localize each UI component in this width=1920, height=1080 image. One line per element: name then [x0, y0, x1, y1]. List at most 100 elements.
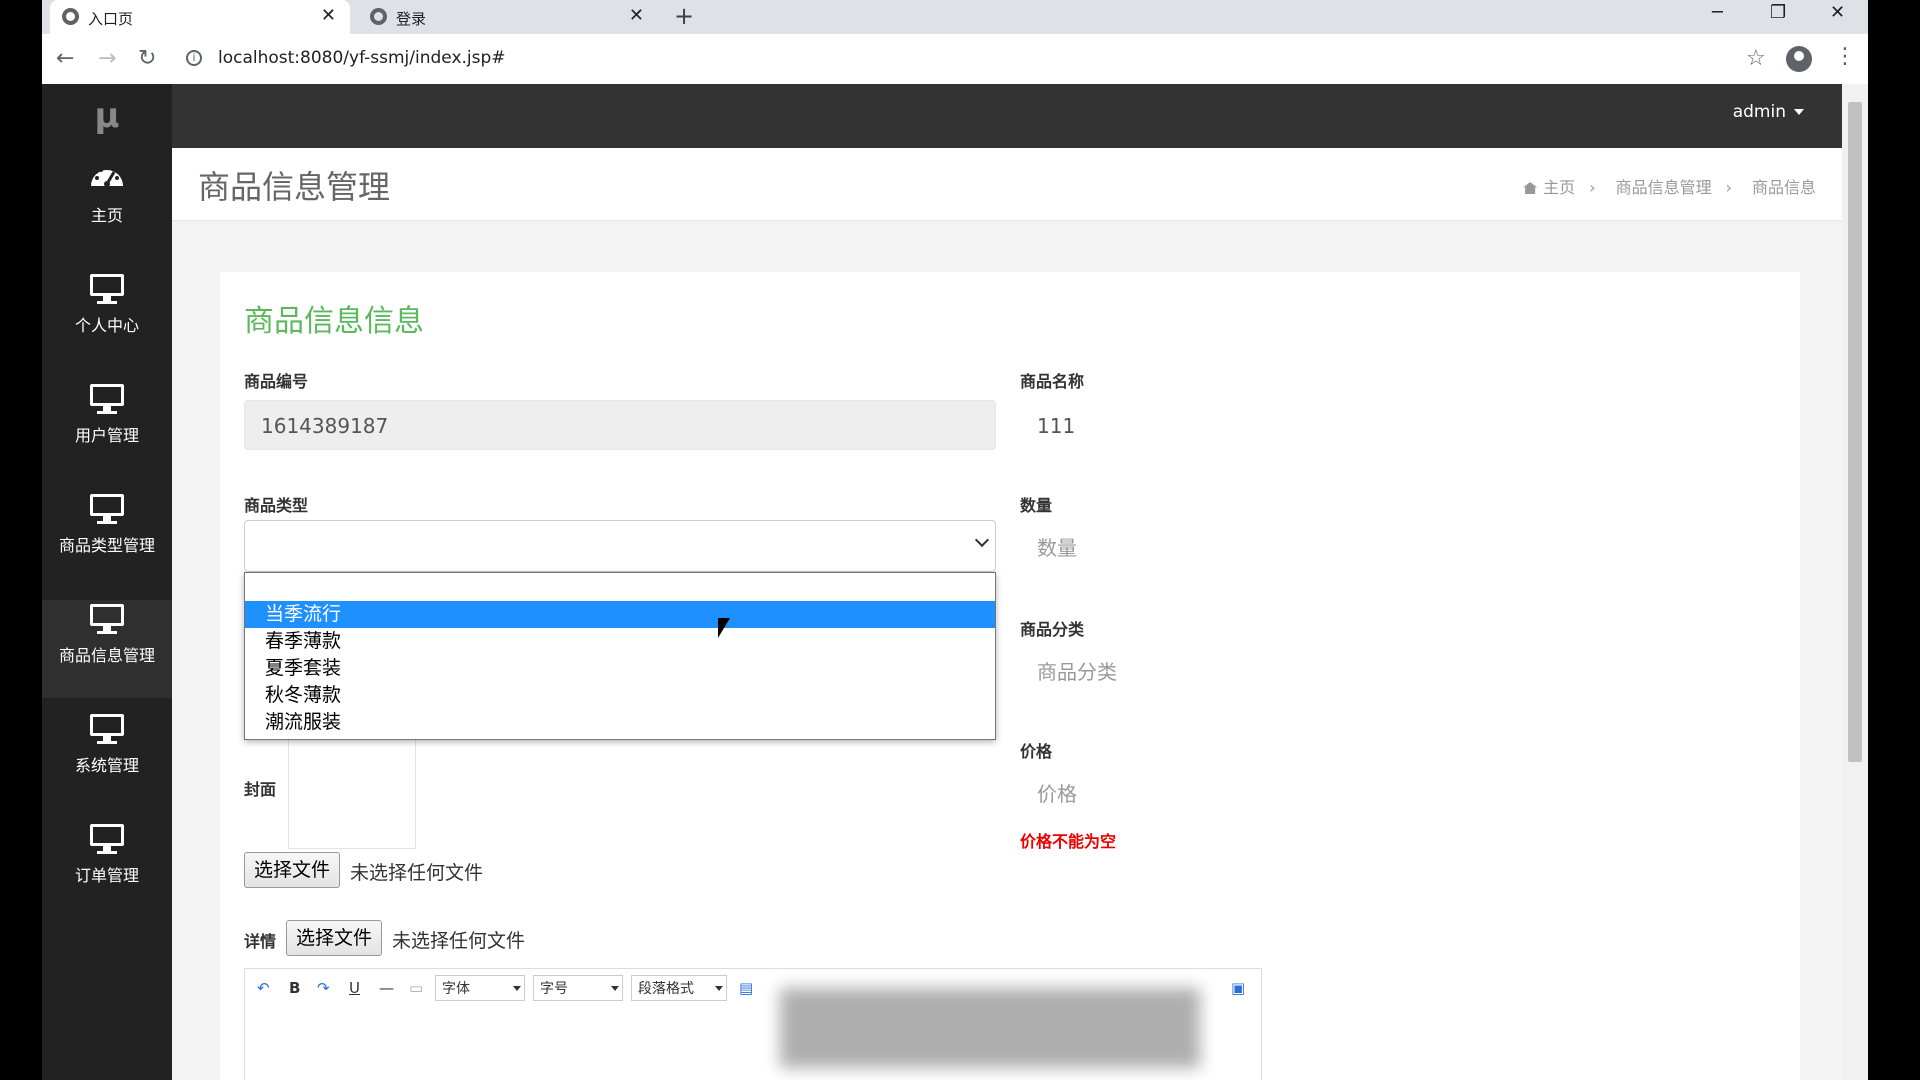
blurred-overlay [780, 988, 1200, 1068]
breadcrumb-home[interactable]: 主页 [1543, 178, 1575, 197]
scrollbar-thumb[interactable] [1848, 102, 1862, 762]
reload-icon[interactable]: ↻ [138, 46, 156, 71]
dropdown-option[interactable]: 秋冬薄款 [245, 682, 995, 709]
monitor-icon [90, 494, 124, 524]
chevron-right-icon: › [1589, 178, 1596, 197]
detail-file-button[interactable]: 选择文件 [286, 920, 383, 956]
dropdown-option[interactable]: 春季薄款 [245, 628, 995, 655]
close-icon[interactable]: ✕ [321, 5, 336, 26]
monitor-icon [90, 384, 124, 414]
quantity-input[interactable]: 数量 [1020, 522, 1776, 572]
undo-icon[interactable]: ↶ [257, 979, 270, 997]
bold-icon[interactable]: B [289, 979, 300, 997]
home-icon [1523, 182, 1538, 194]
product-type-label: 商品类型 [244, 496, 309, 515]
breadcrumb-products[interactable]: 商品信息管理 [1616, 178, 1712, 197]
dashboard-icon [91, 165, 123, 187]
category-label: 商品分类 [1020, 620, 1085, 639]
browser-window: 入口页 ✕ 登录 ✕ + ─ ❐ ✕ ← → ↻ i localhost:808… [42, 0, 1868, 1080]
sidebar-item-system[interactable]: 系统管理 [42, 710, 172, 808]
tab-strip: 入口页 ✕ 登录 ✕ + ─ ❐ ✕ [42, 0, 1868, 34]
sidebar-item-users[interactable]: 用户管理 [42, 380, 172, 478]
url-text[interactable]: localhost:8080/yf-ssmj/index.jsp# [218, 48, 506, 68]
table-icon[interactable]: ▤ [739, 979, 753, 997]
monitor-icon [90, 714, 124, 744]
sidebar-item-home[interactable]: 主页 [42, 160, 172, 258]
tab-title: 入口页 [88, 10, 134, 28]
sidebar-item-label: 主页 [90, 206, 123, 225]
price-error: 价格不能为空 [1020, 832, 1117, 851]
sidebar-item-label: 订单管理 [74, 866, 139, 885]
account-icon[interactable] [1786, 46, 1812, 72]
product-form-panel: 商品信息信息 商品编号 1614389187 商品名称 111 商品类型 当季流… [220, 272, 1800, 1080]
main-content: 商品信息管理 主页 › 商品信息管理 › 商品信息 商品信息信息 商品编号 161438… [172, 148, 1842, 1080]
page-header: 商品信息管理 主页 › 商品信息管理 › 商品信息 [172, 148, 1842, 221]
form-title: 商品信息信息 [244, 304, 424, 339]
top-navbar: admin [172, 84, 1868, 148]
cover-file-status: 未选择任何文件 [350, 862, 484, 884]
sidebar-item-orders[interactable]: 订单管理 [42, 820, 172, 918]
breadcrumb: 主页 › 商品信息管理 › 商品信息 [1523, 174, 1816, 198]
product-no-label: 商品编号 [244, 372, 309, 391]
forward-icon[interactable]: → [98, 46, 116, 71]
underline-icon[interactable]: U [349, 979, 360, 997]
page-scrollbar[interactable] [1842, 84, 1868, 1080]
price-label: 价格 [1020, 742, 1053, 761]
paragraph-format-select[interactable]: 段落格式 [631, 975, 727, 1001]
minimize-button[interactable]: ─ [1712, 2, 1723, 23]
address-bar[interactable]: i localhost:8080/yf-ssmj/index.jsp# [178, 42, 1738, 76]
detail-label: 详情 [244, 932, 277, 951]
address-toolbar: ← → ↻ i localhost:8080/yf-ssmj/index.jsp… [42, 34, 1868, 85]
fullscreen-icon[interactable]: ▣ [1231, 979, 1245, 997]
price-input[interactable]: 价格 [1020, 768, 1776, 818]
detail-file-status: 未选择任何文件 [392, 930, 526, 952]
chevron-right-icon: › [1725, 178, 1732, 197]
mouse-cursor-icon [718, 618, 730, 638]
tab-entry-page[interactable]: 入口页 ✕ [50, 0, 350, 34]
cover-image-preview [288, 732, 416, 849]
user-menu[interactable]: admin [1733, 102, 1804, 122]
redo-icon[interactable]: ↷ [317, 979, 330, 997]
close-window-button[interactable]: ✕ [1830, 2, 1845, 23]
new-tab-button[interactable]: + [674, 2, 694, 30]
dropdown-option-empty[interactable] [245, 573, 995, 601]
page-title: 商品信息管理 [198, 168, 391, 206]
dropdown-option[interactable]: 当季流行 [245, 601, 995, 628]
font-size-select[interactable]: 字号 [533, 975, 623, 1001]
close-icon[interactable]: ✕ [629, 5, 644, 26]
info-icon[interactable]: i [186, 50, 202, 66]
chevron-down-icon [974, 532, 990, 548]
cover-label: 封面 [244, 780, 277, 799]
star-icon[interactable]: ☆ [1746, 46, 1766, 71]
product-name-label: 商品名称 [1020, 372, 1085, 391]
sidebar-item-products[interactable]: 商品信息管理 [42, 600, 172, 698]
product-name-input[interactable]: 111 [1020, 400, 1776, 450]
tab-title: 登录 [396, 10, 427, 28]
paste-icon[interactable]: ▭ [409, 979, 423, 997]
sidebar-item-profile[interactable]: 个人中心 [42, 270, 172, 368]
font-select[interactable]: 字体 [435, 975, 525, 1001]
more-icon[interactable]: ⋮ [1834, 44, 1856, 69]
breadcrumb-current: 商品信息 [1751, 178, 1816, 197]
dropdown-option[interactable]: 潮流服装 [245, 709, 995, 736]
sidebar-item-label: 系统管理 [74, 756, 139, 775]
quantity-label: 数量 [1020, 496, 1053, 515]
horizontal-rule-icon[interactable]: — [379, 979, 394, 997]
product-type-select[interactable] [244, 520, 996, 572]
category-input[interactable]: 商品分类 [1020, 646, 1776, 696]
monitor-icon [90, 824, 124, 854]
back-icon[interactable]: ← [56, 46, 74, 71]
maximize-button[interactable]: ❐ [1770, 2, 1786, 23]
product-no-input[interactable]: 1614389187 [244, 400, 996, 450]
sidebar-item-label: 个人中心 [74, 316, 139, 335]
sidebar-item-product-types[interactable]: 商品类型管理 [42, 490, 172, 588]
tab-login[interactable]: 登录 ✕ [358, 0, 658, 34]
monitor-icon [90, 274, 124, 304]
globe-icon [370, 8, 387, 25]
sidebar-item-label: 商品类型管理 [58, 536, 155, 555]
dropdown-option[interactable]: 夏季套装 [245, 655, 995, 682]
product-type-dropdown: 当季流行 春季薄款 夏季套装 秋冬薄款 潮流服装 [244, 572, 996, 740]
sidebar: μ 主页 个人中心 用户管理 商品类型管理 商品信息管理 系统管理 订单管理 [42, 84, 172, 1080]
app-logo: μ [94, 96, 120, 136]
cover-file-button[interactable]: 选择文件 [244, 852, 341, 888]
